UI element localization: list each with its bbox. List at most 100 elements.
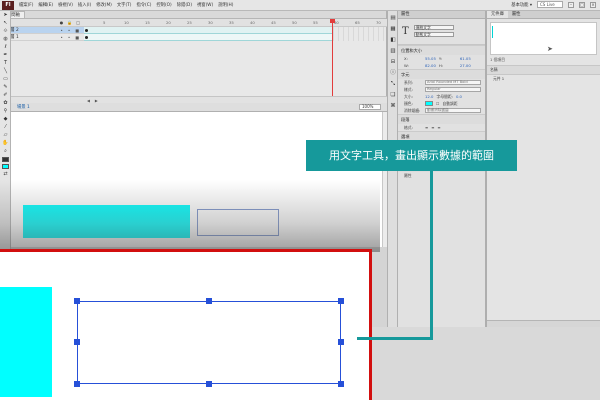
section-character[interactable]: 字元 bbox=[398, 69, 485, 79]
menu-help[interactable]: 說明(H) bbox=[218, 2, 233, 8]
align-panel-icon[interactable]: ⊟ bbox=[389, 58, 397, 66]
play-icon[interactable]: ◀ bbox=[87, 98, 90, 103]
selection-tool-icon[interactable]: ➤ bbox=[1, 12, 10, 19]
font-family-select[interactable]: Arial Rounded MT Bold bbox=[425, 80, 481, 85]
dot-icon[interactable]: • bbox=[61, 28, 63, 33]
x-value[interactable]: 55.05 bbox=[425, 56, 436, 61]
layer-name: 圖層 2 bbox=[6, 28, 19, 33]
subselect-tool-icon[interactable]: ↖ bbox=[1, 20, 10, 27]
deco-tool-icon[interactable]: ✿ bbox=[1, 100, 10, 107]
menu-window[interactable]: 視窗(W) bbox=[197, 2, 213, 8]
tab-properties[interactable]: 屬性 bbox=[508, 11, 525, 18]
menu-commands[interactable]: 指令(C) bbox=[136, 2, 151, 8]
scene-name[interactable]: 場景 1 bbox=[17, 104, 30, 110]
antialias-select[interactable]: 動畫消除鋸齒 bbox=[425, 108, 481, 113]
eyedropper-icon[interactable]: ⁄ bbox=[1, 124, 10, 131]
style-label: 樣式: bbox=[404, 86, 413, 92]
info-panel-icon[interactable]: ⓘ bbox=[389, 69, 397, 77]
frame-span[interactable] bbox=[84, 34, 332, 41]
color-panel-icon[interactable]: ◧ bbox=[389, 36, 397, 44]
ruler-tick: 50 bbox=[292, 20, 297, 25]
dot-icon[interactable]: • bbox=[68, 28, 70, 33]
text-type-select[interactable]: 動態文字 bbox=[413, 31, 454, 37]
components-panel-icon[interactable]: ❏ bbox=[389, 91, 397, 99]
maximize-icon[interactable]: □ bbox=[579, 1, 585, 8]
autokern-label: 自動調距 bbox=[442, 100, 458, 106]
layer-row[interactable]: 圖層 2 • • ■ bbox=[0, 27, 84, 34]
dot-icon[interactable]: • bbox=[68, 35, 70, 40]
3d-tool-icon[interactable]: ◍ bbox=[1, 36, 10, 43]
zoom-select[interactable]: 100% bbox=[359, 104, 381, 110]
library-item[interactable]: 元件 1 bbox=[487, 75, 600, 83]
frame-span[interactable] bbox=[84, 27, 332, 34]
spacing-value[interactable]: 0.0 bbox=[456, 94, 462, 99]
eye-icon[interactable]: ● bbox=[60, 20, 64, 25]
stroke-color-swatch[interactable] bbox=[2, 157, 9, 162]
section-position[interactable]: 位置和大小 bbox=[398, 45, 485, 55]
menu-text[interactable]: 文字(T) bbox=[117, 2, 132, 8]
w-value[interactable]: 82.00 bbox=[425, 63, 436, 68]
layer-row[interactable]: 圖層 1 • • ■ bbox=[0, 34, 84, 41]
text-engine-select[interactable]: 傳統文字 bbox=[413, 24, 454, 30]
brush-tool-icon[interactable]: ✐ bbox=[1, 92, 10, 99]
lock-icon[interactable]: 🔒 bbox=[67, 20, 72, 25]
hand-tool-icon[interactable]: ✋ bbox=[1, 140, 10, 147]
tab-library[interactable]: 元件庫 bbox=[487, 11, 508, 18]
dot-icon[interactable]: • bbox=[61, 35, 63, 40]
align-right-icon[interactable]: ≡ bbox=[437, 125, 440, 130]
autokern-checkbox-icon[interactable]: ☐ bbox=[436, 101, 439, 106]
menu-modify[interactable]: 修改(M) bbox=[96, 2, 112, 8]
cursor-icon: ➤ bbox=[547, 45, 553, 53]
library-column-header[interactable]: 名稱 bbox=[487, 65, 600, 75]
menu-insert[interactable]: 插入(I) bbox=[78, 2, 91, 8]
swatches-panel-icon[interactable]: ▥ bbox=[389, 47, 397, 55]
lasso-tool-icon[interactable]: ℓ bbox=[1, 44, 10, 51]
font-style-select[interactable]: Regular bbox=[425, 87, 481, 92]
bone-tool-icon[interactable]: ⚲ bbox=[1, 108, 10, 115]
workspace-switcher[interactable]: 基本功能 ▾ bbox=[511, 2, 532, 8]
align-center-icon[interactable]: ≡ bbox=[431, 125, 434, 130]
section-paragraph[interactable]: 段落 bbox=[398, 114, 485, 124]
h-value[interactable]: 27.00 bbox=[460, 63, 471, 68]
zoom-tool-icon[interactable]: ⌕ bbox=[1, 148, 10, 155]
pen-tool-icon[interactable]: ✒ bbox=[1, 52, 10, 59]
line-tool-icon[interactable]: ╲ bbox=[1, 68, 10, 75]
cs-live-search[interactable]: CS Live bbox=[537, 1, 563, 8]
step-icon[interactable]: ▶ bbox=[95, 98, 98, 103]
fill-color-swatch[interactable] bbox=[2, 164, 9, 169]
pencil-tool-icon[interactable]: ✎ bbox=[1, 84, 10, 91]
menu-view[interactable]: 檢視(V) bbox=[58, 2, 73, 8]
square-icon[interactable]: ■ bbox=[75, 35, 79, 40]
library-tabs: 元件庫 屬性 bbox=[487, 11, 600, 19]
actions-panel-icon[interactable]: ⌘ bbox=[389, 102, 397, 110]
paint-bucket-icon[interactable]: ◆ bbox=[1, 116, 10, 123]
wh-row: W: 82.00 H: 27.00 bbox=[398, 62, 485, 69]
menu-edit[interactable]: 編輯(E) bbox=[38, 2, 53, 8]
playhead[interactable] bbox=[330, 19, 335, 103]
library-panel-icon[interactable]: ▦ bbox=[389, 25, 397, 33]
properties-panel-icon[interactable]: ▤ bbox=[389, 14, 397, 22]
text-color-swatch[interactable] bbox=[425, 101, 433, 106]
keyframe-icon[interactable] bbox=[85, 36, 88, 39]
ruler-tick: 25 bbox=[187, 20, 192, 25]
transform-panel-icon[interactable]: ⤡ bbox=[389, 80, 397, 88]
eraser-tool-icon[interactable]: ▱ bbox=[1, 132, 10, 139]
size-value[interactable]: 12.0 bbox=[425, 94, 433, 99]
close-icon[interactable]: × bbox=[590, 1, 596, 8]
rectangle-tool-icon[interactable]: ▭ bbox=[1, 76, 10, 83]
transform-tool-icon[interactable]: ⟐ bbox=[1, 28, 10, 35]
align-left-icon[interactable]: ≡ bbox=[425, 125, 428, 130]
timeline-panel: 時間軸 ● 🔒 □ 圖層 2 • • ■ 圖層 1 • • ■ 5 10 15 20 2… bbox=[0, 11, 387, 103]
frame-ruler[interactable]: 5 10 15 20 25 30 35 40 45 50 55 60 65 70 bbox=[84, 19, 387, 27]
minimize-icon[interactable]: – bbox=[568, 1, 574, 8]
menu-control[interactable]: 控制(O) bbox=[156, 2, 171, 8]
text-tool-icon[interactable]: T bbox=[1, 60, 10, 67]
swap-colors-icon[interactable]: ⇄ bbox=[1, 171, 10, 178]
y-value[interactable]: 61.05 bbox=[460, 56, 471, 61]
outline-icon[interactable]: □ bbox=[76, 20, 80, 25]
frame-grid[interactable] bbox=[84, 27, 387, 41]
keyframe-icon[interactable] bbox=[85, 29, 88, 32]
menu-file[interactable]: 檔案(F) bbox=[19, 2, 33, 8]
menu-debug[interactable]: 除錯(D) bbox=[177, 2, 192, 8]
square-icon[interactable]: ■ bbox=[75, 28, 79, 33]
